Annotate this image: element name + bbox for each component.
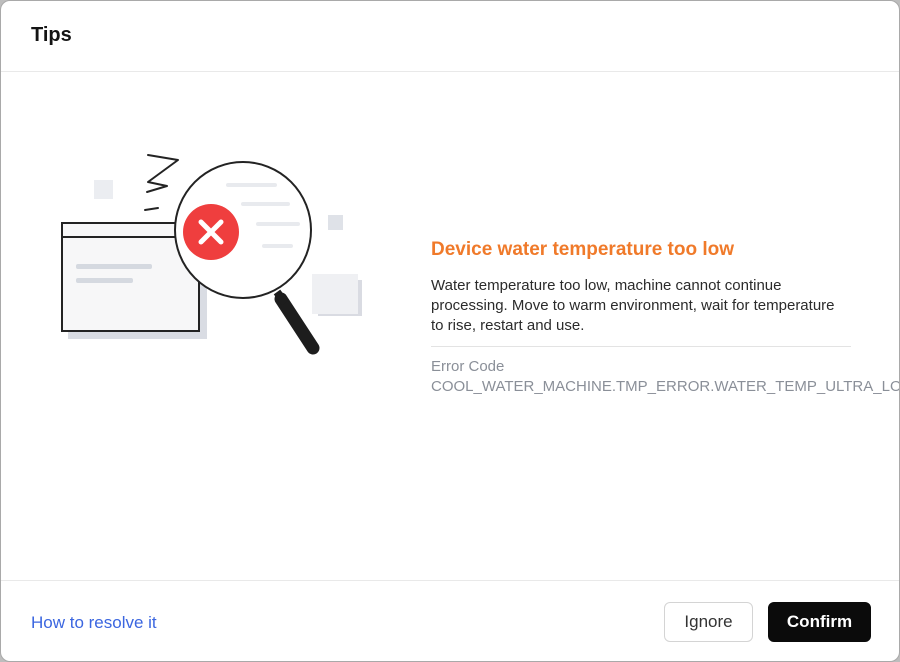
dialog-header: Tips: [1, 1, 899, 72]
tips-dialog: Tips Device water temperature too low Wa…: [0, 0, 900, 662]
magnifier-error-illustration: [61, 154, 362, 355]
error-code-value: COOL_WATER_MACHINE.TMP_ERROR.WATER_TEMP_…: [431, 378, 900, 395]
dialog-title: Tips: [31, 24, 72, 46]
ignore-button[interactable]: Ignore: [664, 602, 753, 642]
error-description: Water temperature too low, machine canno…: [431, 277, 835, 334]
confirm-button[interactable]: Confirm: [768, 602, 871, 642]
close-icon: [183, 204, 239, 260]
error-divider: [431, 346, 851, 347]
error-title: Device water temperature too low: [431, 239, 735, 260]
error-code-label: Error Code: [431, 358, 505, 375]
how-to-resolve-link[interactable]: How to resolve it: [31, 613, 157, 633]
dialog-footer: How to resolve it Ignore Confirm: [1, 580, 899, 661]
